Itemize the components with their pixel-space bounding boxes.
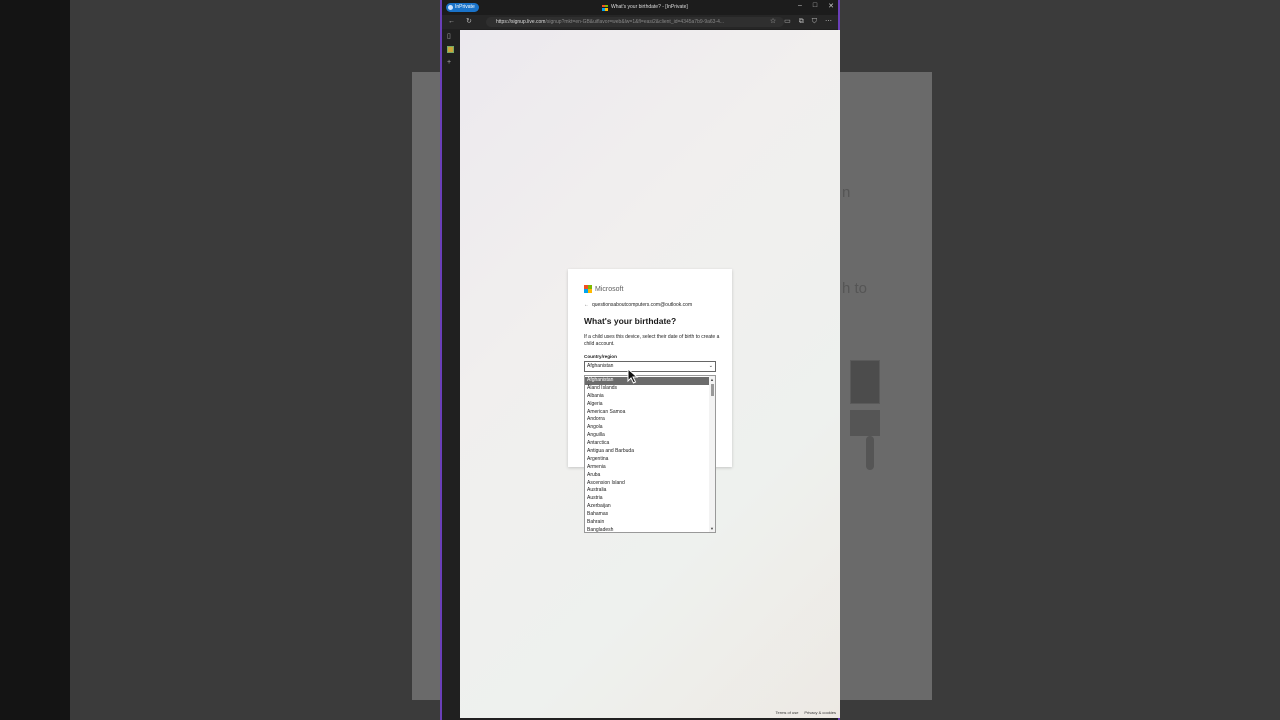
country-label: Country/region: [584, 354, 617, 359]
footer: Terms of use Privacy & cookies: [776, 710, 836, 715]
more-menu-icon[interactable]: ⋯: [825, 16, 832, 28]
background-blur-select: [850, 360, 880, 404]
browser-window: InPrivate What's your birthdate? - [InPr…: [440, 0, 840, 720]
country-option[interactable]: Bangladesh: [585, 527, 710, 532]
mouse-cursor-icon: [627, 368, 639, 384]
country-option[interactable]: Anguilla: [585, 432, 710, 440]
country-options: Afghanistan Åland Islands Albania Algeria Am…: [585, 376, 710, 532]
minimize-button[interactable]: –: [798, 2, 802, 10]
country-option[interactable]: Argentina: [585, 456, 710, 464]
split-screen-icon[interactable]: ▭: [784, 16, 791, 28]
chevron-down-icon: ⌄: [708, 363, 713, 369]
favorite-star-icon[interactable]: ☆: [770, 16, 776, 28]
country-option[interactable]: Austria: [585, 495, 710, 503]
country-option[interactable]: Armenia: [585, 464, 710, 472]
country-select-value: Afghanistan: [587, 363, 614, 369]
background-blur-list: [850, 410, 880, 436]
country-option[interactable]: Antigua and Barbuda: [585, 448, 710, 456]
url-field[interactable]: https://signup.live.com/signup?mkt=en-GB…: [486, 17, 784, 27]
identity-banner[interactable]: ← questionsaboutcomputers.com@outlook.co…: [584, 302, 692, 308]
extensions-icon[interactable]: ⛉: [812, 16, 817, 28]
brand-name: Microsoft: [595, 285, 624, 293]
country-option[interactable]: Bahamas: [585, 511, 710, 519]
scroll-down-icon[interactable]: ▼: [710, 526, 714, 531]
background-blur-text: h to: [842, 280, 868, 297]
country-option[interactable]: Antarctica: [585, 440, 710, 448]
tab-actions-icon[interactable]: ▯: [447, 32, 454, 40]
active-tab-icon[interactable]: [447, 46, 454, 53]
privacy-link[interactable]: Privacy & cookies: [804, 710, 836, 715]
dropdown-scrollbar[interactable]: ▲ ▼: [709, 376, 715, 532]
page-title: What's your birthdate?: [584, 316, 677, 326]
background-blur-text: n: [842, 184, 851, 201]
background-blur-scrollbar: [866, 436, 874, 470]
country-option[interactable]: Andorra: [585, 416, 710, 424]
url-path: /signup?mkt=en-GB&uiflavor=web&lw=1&fl=e…: [545, 19, 725, 25]
country-option[interactable]: American Samoa: [585, 409, 710, 417]
country-option[interactable]: Bahrain: [585, 519, 710, 527]
vertical-tabs-sidebar: ▯ +: [447, 32, 454, 66]
country-option[interactable]: Algeria: [585, 401, 710, 409]
description-text: If a child uses this device, select thei…: [584, 334, 720, 347]
maximize-button[interactable]: □: [813, 2, 817, 10]
refresh-icon[interactable]: ↻: [466, 16, 472, 28]
inprivate-badge[interactable]: InPrivate: [446, 3, 479, 12]
scroll-up-icon[interactable]: ▲: [710, 377, 714, 382]
country-option[interactable]: Åland Islands: [585, 385, 710, 393]
inprivate-label: InPrivate: [455, 4, 475, 10]
country-option[interactable]: Azerbaijan: [585, 503, 710, 511]
country-option[interactable]: Ascension Island: [585, 480, 710, 488]
window-title: What's your birthdate? - [InPrivate]: [602, 4, 688, 11]
microsoft-logo-icon: [584, 285, 592, 293]
country-option[interactable]: Aruba: [585, 472, 710, 480]
window-controls: – □ ✕: [798, 2, 834, 10]
url-host: https://signup.live.com: [496, 19, 546, 25]
new-tab-icon[interactable]: +: [447, 59, 454, 66]
close-window-button[interactable]: ✕: [828, 2, 834, 10]
microsoft-favicon-icon: [602, 4, 608, 11]
country-select[interactable]: Afghanistan ⌄: [584, 361, 716, 372]
identity-email: questionsaboutcomputers.com@outlook.com: [592, 302, 693, 308]
country-option[interactable]: Angola: [585, 424, 710, 432]
scroll-thumb[interactable]: [710, 384, 714, 396]
country-option[interactable]: Afghanistan: [585, 377, 710, 385]
country-dropdown-list[interactable]: Afghanistan Åland Islands Albania Algeria Am…: [584, 375, 716, 533]
country-option[interactable]: Albania: [585, 393, 710, 401]
back-icon[interactable]: ←: [448, 16, 455, 28]
terms-link[interactable]: Terms of use: [776, 710, 799, 715]
profile-icon: [448, 5, 453, 10]
window-title-text: What's your birthdate? - [InPrivate]: [611, 4, 688, 10]
background-left-band: [0, 0, 70, 720]
toolbar-icons: ☆ ▭ ⧉ ⛉ ⋯: [770, 16, 832, 28]
collections-icon[interactable]: ⧉: [799, 16, 804, 28]
microsoft-logo: Microsoft: [584, 285, 623, 293]
title-bar: InPrivate What's your birthdate? - [InPr…: [442, 0, 838, 15]
back-arrow-icon[interactable]: ←: [584, 302, 589, 308]
page-viewport: Microsoft ← questionsaboutcomputers.com@…: [460, 30, 840, 718]
country-option[interactable]: Australia: [585, 487, 710, 495]
